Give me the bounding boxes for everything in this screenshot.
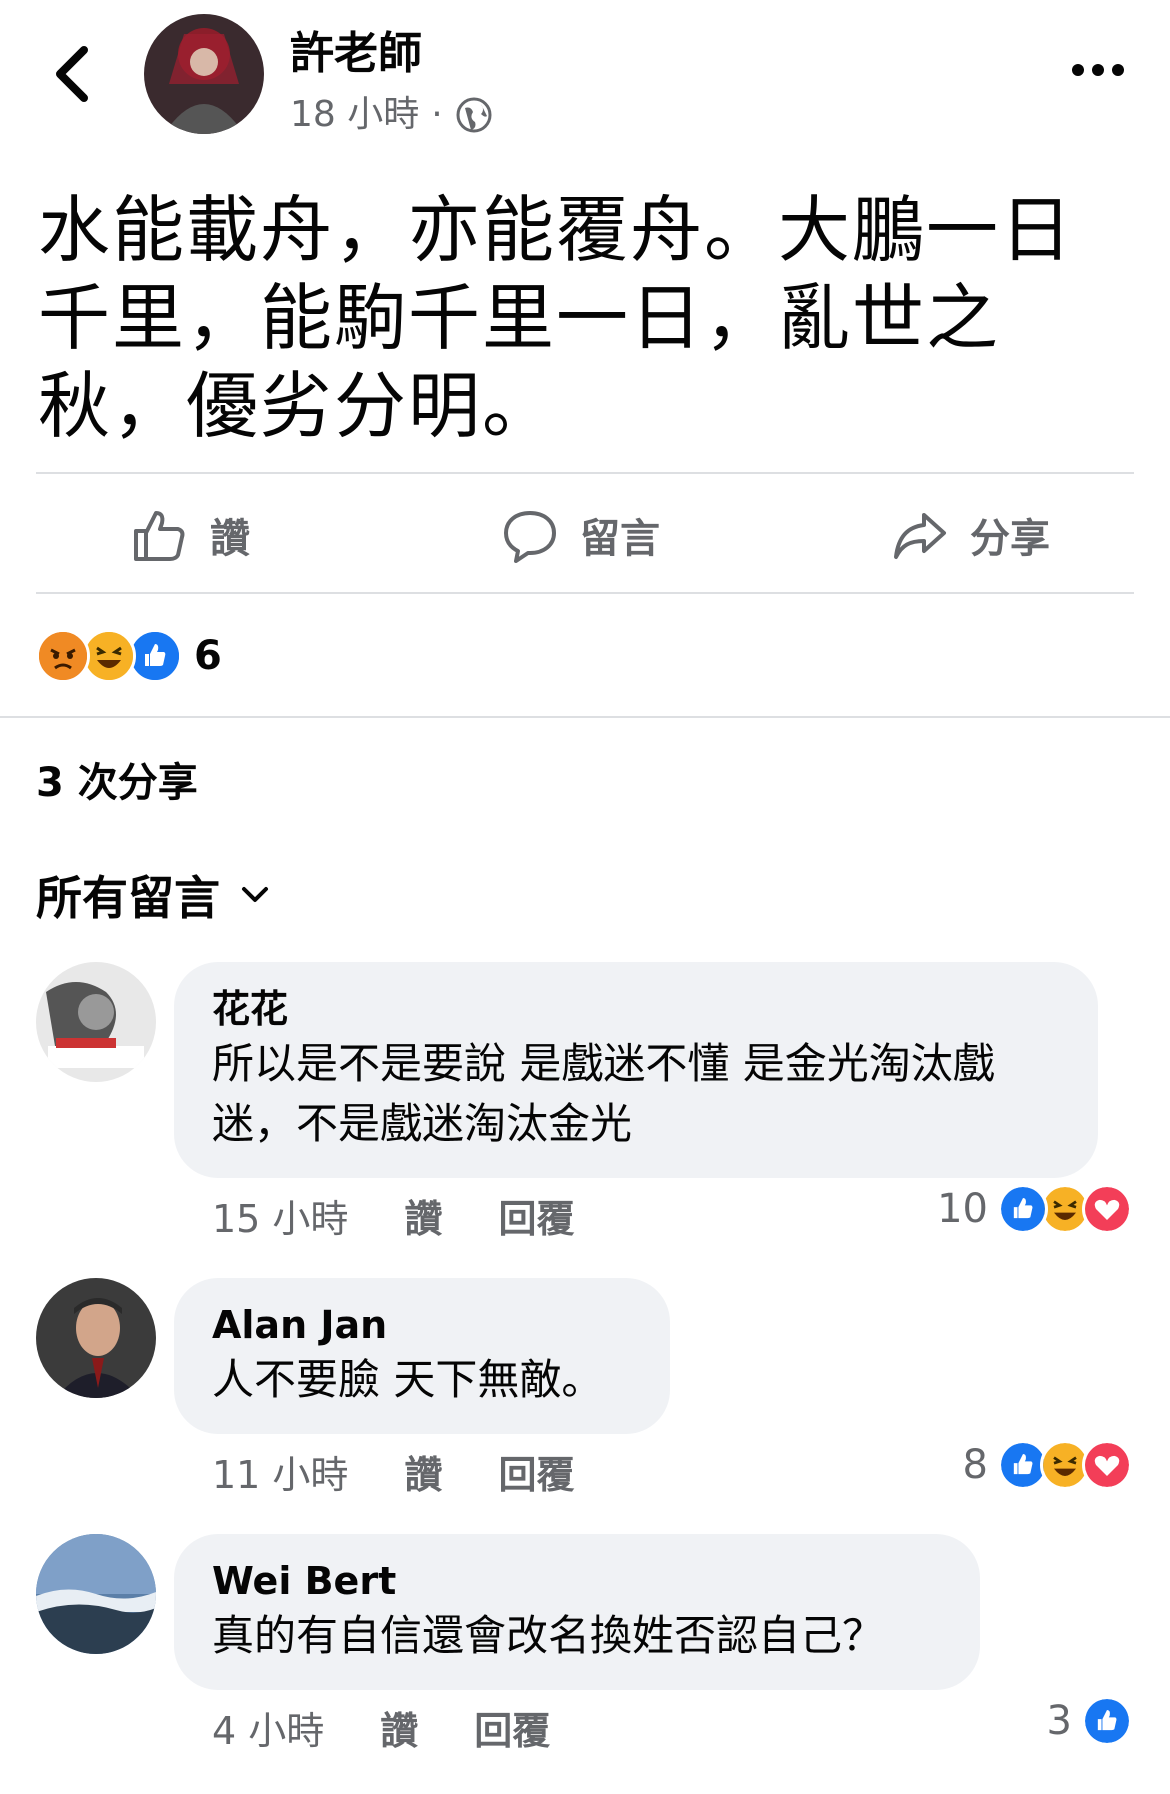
author-avatar[interactable] [144, 14, 264, 134]
divider [36, 472, 1134, 474]
post-text: 水能載舟，亦能覆舟。大鵬一日千里，能駒千里一日，亂世之秋，優劣分明。 [38, 188, 1075, 448]
section-divider [0, 716, 1170, 718]
commenter-avatar[interactable] [36, 1534, 156, 1654]
comment-bubble: 花花 所以是不是要說 是戲迷不懂 是金光淘汰戲迷，不是戲迷淘汰金光 [174, 962, 1098, 1178]
comment-time[interactable]: 4 小時 [212, 1700, 324, 1755]
meta-separator: · [431, 94, 443, 135]
comment-time[interactable]: 15 小時 [212, 1188, 348, 1243]
commenter-name[interactable]: 花花 [212, 984, 1058, 1034]
like-icon [998, 1184, 1048, 1234]
commenter-name[interactable]: Alan Jan [212, 1300, 630, 1350]
like-icon [1082, 1696, 1132, 1746]
like-button[interactable]: 讚 [132, 500, 250, 570]
love-icon [1082, 1440, 1132, 1490]
back-arrow-icon[interactable] [48, 44, 98, 104]
love-icon [1082, 1184, 1132, 1234]
comment-meta: 15 小時 讚 回覆 [212, 1188, 574, 1243]
commenter-avatar[interactable] [36, 1278, 156, 1398]
chevron-down-icon [242, 887, 268, 902]
comment-reaction-count: 3 [1046, 1698, 1072, 1744]
share-count[interactable]: 3 次分享 [36, 750, 198, 808]
comment-like-button[interactable]: 讚 [404, 1444, 442, 1499]
comment-reactions[interactable]: 8 [963, 1440, 1132, 1490]
comment-time[interactable]: 11 小時 [212, 1444, 348, 1499]
thumbs-up-icon [134, 511, 185, 561]
comments-filter-label: 所有留言 [36, 871, 220, 925]
comment-reactions[interactable]: 3 [1047, 1696, 1132, 1746]
comment-bubble: Alan Jan 人不要臉 天下無敵。 [174, 1278, 670, 1434]
comment-reactions[interactable]: 10 [937, 1184, 1132, 1234]
share-button[interactable]: 分享 [892, 500, 1050, 570]
comment-like-button[interactable]: 讚 [404, 1188, 442, 1243]
comments-filter-dropdown[interactable]: 所有留言 [36, 862, 270, 928]
comment-reply-button[interactable]: 回覆 [498, 1444, 574, 1499]
comment-like-button[interactable]: 讚 [380, 1700, 418, 1755]
share-label: 分享 [970, 516, 1050, 562]
comment-bubble: Wei Bert 真的有自信還會改名換姓否認自己？ [174, 1534, 980, 1690]
comment-text: 人不要臉 天下無敵。 [212, 1355, 604, 1404]
comment-button[interactable]: 留言 [502, 500, 660, 570]
like-label: 讚 [210, 516, 250, 562]
comment-reaction-count: 8 [962, 1442, 988, 1488]
comment-reply-button[interactable]: 回覆 [474, 1700, 550, 1755]
comment-label: 留言 [580, 516, 660, 562]
post-meta: 18 小時 · [290, 90, 493, 140]
angry-icon [36, 629, 90, 683]
like-icon [128, 629, 182, 683]
comment-reaction-count: 10 [937, 1186, 988, 1232]
share-icon [894, 513, 946, 559]
comment-text: 所以是不是要說 是戲迷不懂 是金光淘汰戲迷，不是戲迷淘汰金光 [212, 1039, 995, 1148]
commenter-avatar[interactable] [36, 962, 156, 1082]
globe-icon [456, 97, 492, 133]
comment-meta: 4 小時 讚 回覆 [212, 1700, 550, 1755]
commenter-name[interactable]: Wei Bert [212, 1556, 940, 1606]
haha-icon [82, 629, 136, 683]
post-time[interactable]: 18 小時 [290, 90, 419, 140]
comment-meta: 11 小時 讚 回覆 [212, 1444, 574, 1499]
more-options-icon[interactable] [1070, 60, 1126, 80]
divider [36, 592, 1134, 594]
reaction-count: 6 [194, 633, 222, 679]
comment-text: 真的有自信還會改名換姓否認自己？ [212, 1611, 885, 1660]
comment-reply-button[interactable]: 回覆 [498, 1188, 574, 1243]
comment-icon [504, 511, 556, 563]
author-name[interactable]: 許老師 [290, 24, 422, 84]
reaction-summary[interactable]: 6 [36, 629, 222, 683]
